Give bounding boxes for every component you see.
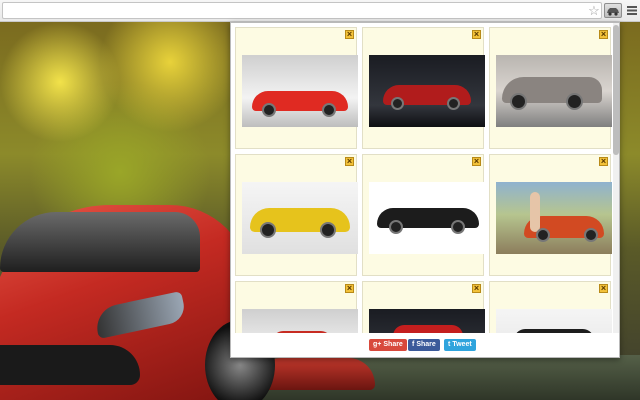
wallpaper-tile[interactable]: × <box>489 27 612 149</box>
wheel-shape <box>584 228 598 242</box>
wheel-shape <box>389 220 403 234</box>
extension-car-icon[interactable] <box>604 3 622 18</box>
close-icon[interactable]: × <box>599 30 608 39</box>
twitter-tweet-button[interactable]: t Tweet <box>444 339 476 351</box>
wheel-shape <box>566 93 583 110</box>
star-icon[interactable]: ☆ <box>586 3 602 18</box>
address-bar[interactable] <box>2 2 602 19</box>
wallpaper-tile[interactable]: × <box>489 281 612 335</box>
wheel-shape <box>322 103 336 117</box>
close-icon[interactable]: × <box>345 30 354 39</box>
google-plus-share-button[interactable]: g+ Share <box>369 339 407 351</box>
wheel-shape <box>391 97 404 110</box>
wallpaper-thumbnail[interactable] <box>242 55 358 127</box>
facebook-share-button[interactable]: f Share <box>408 339 440 351</box>
wheel-shape <box>262 103 276 117</box>
close-icon[interactable]: × <box>345 157 354 166</box>
wallpaper-tile[interactable]: × <box>235 154 358 276</box>
wheel-shape <box>510 93 527 110</box>
car-icon <box>607 7 619 16</box>
wheel-shape <box>320 222 336 238</box>
close-icon[interactable]: × <box>472 284 481 293</box>
wallpaper-tile[interactable]: × <box>362 154 485 276</box>
share-bar: g+ Share f Share t Tweet <box>231 333 619 357</box>
facebook-icon: f <box>412 341 415 348</box>
wallpaper-tile[interactable]: × <box>489 154 612 276</box>
wallpaper-tile[interactable]: × <box>362 281 485 335</box>
close-icon[interactable]: × <box>345 284 354 293</box>
wheel-shape <box>447 97 460 110</box>
wallpaper-picker-popup: × × × × × × × × × g+ Share f Share t Twe… <box>230 22 620 358</box>
twitter-tweet-label: Tweet <box>452 341 472 348</box>
close-icon[interactable]: × <box>472 30 481 39</box>
wallpaper-thumbnail[interactable] <box>496 182 612 254</box>
twitter-icon: t <box>448 341 451 348</box>
wallpaper-thumbnail[interactable] <box>369 309 485 335</box>
wallpaper-tile[interactable]: × <box>235 27 358 149</box>
wallpaper-thumbnail[interactable] <box>496 309 612 335</box>
google-plus-icon: g+ <box>373 341 382 348</box>
popup-scrollbar[interactable] <box>613 23 619 335</box>
wallpaper-tile[interactable]: × <box>235 281 358 335</box>
wheel-shape <box>536 228 550 242</box>
wallpaper-thumbnail[interactable] <box>496 55 612 127</box>
wallpaper-car-grille <box>0 345 140 385</box>
facebook-share-label: Share <box>416 341 436 348</box>
close-icon[interactable]: × <box>599 284 608 293</box>
browser-toolbar: ☆ <box>0 0 640 22</box>
close-icon[interactable]: × <box>599 157 608 166</box>
hamburger-icon <box>627 6 637 15</box>
wallpaper-tile[interactable]: × <box>362 27 485 149</box>
wallpaper-thumbnail[interactable] <box>369 182 485 254</box>
wallpaper-thumbnail[interactable] <box>369 55 485 127</box>
google-plus-share-label: Share <box>383 341 403 348</box>
menu-icon[interactable] <box>626 3 638 18</box>
wallpaper-thumbnail[interactable] <box>242 182 358 254</box>
scrollbar-thumb[interactable] <box>613 25 619 155</box>
person-figure <box>530 192 540 232</box>
wallpaper-car-windshield <box>0 212 200 272</box>
wallpaper-grid: × × × × × × × × × <box>231 23 615 335</box>
wallpaper-thumbnail[interactable] <box>242 309 358 335</box>
close-icon[interactable]: × <box>472 157 481 166</box>
wheel-shape <box>260 222 276 238</box>
wheel-shape <box>451 220 465 234</box>
